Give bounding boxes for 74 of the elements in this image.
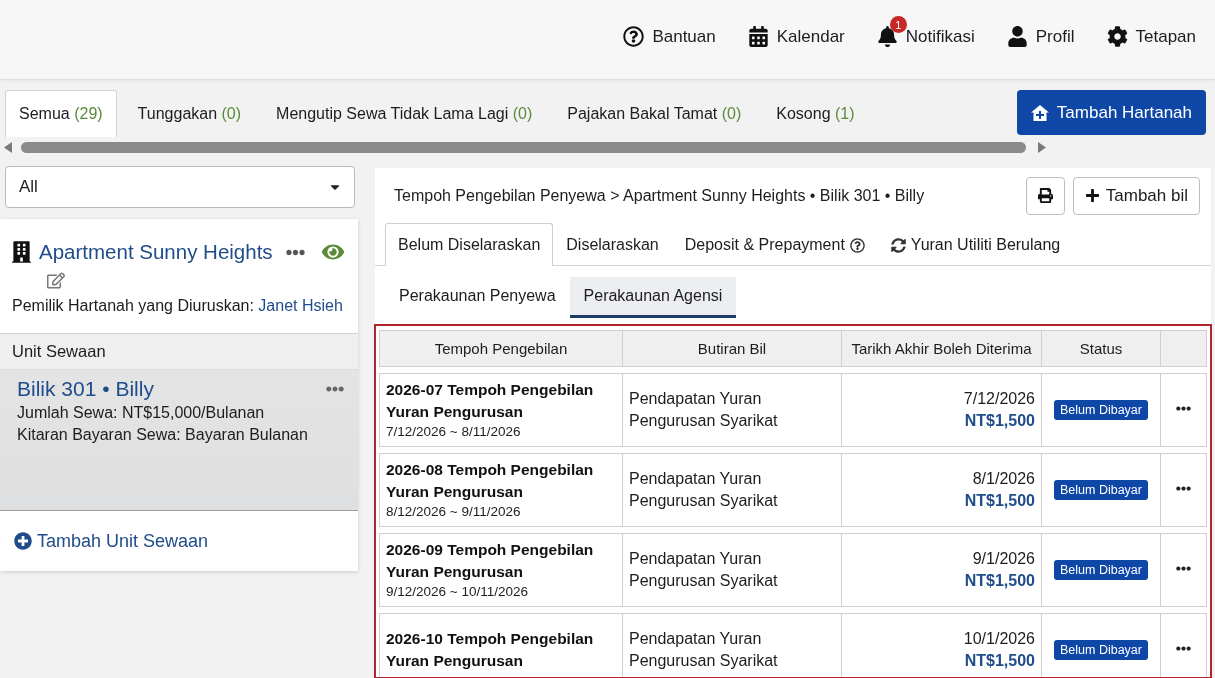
bill-amount: NT$1,500 <box>963 411 1035 431</box>
nav-button[interactable]: Kalendar <box>747 15 845 58</box>
bill-amount: NT$1,500 <box>963 651 1035 671</box>
account-tab[interactable]: Perakaunan Agensi <box>569 277 737 318</box>
status-badge: Belum Dibayar <box>1054 400 1148 420</box>
column-header: Status <box>1042 330 1161 367</box>
notification-badge: 1 <box>889 16 907 33</box>
add-unit-link[interactable]: Tambah Unit Sewaan <box>14 530 209 552</box>
user-icon <box>1006 26 1028 47</box>
column-header: Butiran Bil <box>623 330 842 367</box>
bill-details-cell: Pendapatan Yuran Pengurusan Syarikat <box>623 613 842 677</box>
print-icon <box>1037 188 1053 203</box>
property-tab[interactable]: Semua (29) <box>5 90 117 137</box>
bill-details-cell: Pendapatan Yuran Pengurusan Syarikat <box>623 453 842 527</box>
help-icon <box>849 237 865 253</box>
bill-tab[interactable]: Belum Diselaraskan <box>385 223 554 266</box>
scrollbar-thumb[interactable] <box>21 141 1026 153</box>
due-date: 8/1/2026 <box>971 469 1035 489</box>
due-date: 9/1/2026 <box>971 549 1035 569</box>
plus-icon <box>1084 188 1100 203</box>
billing-period-dates: 9/12/2026 ~ 10/11/2026 <box>386 583 529 601</box>
rental-unit-item[interactable]: Bilik 301 • Billy Jumlah Sewa: NT$15,000/Bulanan Kitaran Bayaran Sewa: Bayaran Bulanan <box>0 370 358 510</box>
billing-period-title: 2026-07 Tempoh Pengebilan Yuran Pengurusan <box>386 380 595 422</box>
bill-tab[interactable]: Deposit & Prepayment <box>671 223 878 266</box>
refresh-icon <box>890 237 906 253</box>
breadcrumb: Tempoh Pengebilan Penyewa > Apartment Sunny Heights • Bilik 301 • Billy <box>394 186 925 205</box>
bill-details-cell: Pendapatan Yuran Pengurusan Syarikat <box>623 373 842 447</box>
property-tab[interactable]: Tunggakan (0) <box>123 90 256 137</box>
property-tab[interactable]: Kosong (1) <box>762 90 869 137</box>
property-tab[interactable]: Mengutip Sewa Tidak Lama Lagi (0) <box>262 90 547 137</box>
unit-rent: Jumlah Sewa: NT$15,000/Bulanan <box>17 403 266 423</box>
due-date: 10/1/2026 <box>962 629 1035 649</box>
billing-period-dates: 7/12/2026 ~ 8/11/2026 <box>386 423 522 441</box>
help-icon <box>623 26 645 47</box>
house-plus-icon <box>1030 104 1049 121</box>
bill-amount: NT$1,500 <box>963 571 1035 591</box>
billing-period-title: 2026-08 Tempoh Pengebilan Yuran Pengurusan <box>386 460 595 502</box>
column-header: Tempoh Pengebilan <box>379 330 623 367</box>
bill-details-cell: Pendapatan Yuran Pengurusan Syarikat <box>623 533 842 607</box>
owner-link[interactable]: Janet Hsieh <box>258 297 343 314</box>
bill-tab[interactable]: Yuran Utiliti Berulang <box>877 223 1074 266</box>
bill-tab[interactable]: Diselaraskan <box>553 223 672 266</box>
edit-icon[interactable] <box>47 272 65 289</box>
account-tab[interactable]: Perakaunan Penyewa <box>385 277 570 318</box>
status-badge: Belum Dibayar <box>1054 640 1148 660</box>
bill-amount: NT$1,500 <box>963 491 1035 511</box>
eye-icon[interactable] <box>320 242 345 262</box>
billing-period-title: 2026-09 Tempoh Pengebilan Yuran Pengurusan <box>386 540 595 582</box>
nav-button[interactable]: Bantuan <box>623 15 716 58</box>
add-property-button[interactable]: Tambah Hartanah <box>1016 90 1206 135</box>
add-bill-button[interactable]: Tambah bil <box>1072 176 1200 215</box>
section-heading: Unit Sewaan <box>0 334 358 370</box>
settings-icon <box>1106 26 1128 47</box>
status-badge: Belum Dibayar <box>1054 560 1148 580</box>
billing-period-dates: 8/12/2026 ~ 9/11/2026 <box>386 503 522 521</box>
nav-button[interactable]: 1 Notifikasi <box>876 15 975 58</box>
owner-line: Pemilik Hartanah yang Diuruskan: Janet Hsieh <box>12 296 344 316</box>
bell-icon <box>876 26 898 47</box>
status-badge: Belum Dibayar <box>1054 480 1148 500</box>
due-date: 7/12/2026 <box>962 389 1035 409</box>
billing-period-title: 2026-10 Tempoh Pengebilan Yuran Pengurusan <box>386 629 595 671</box>
print-button[interactable] <box>1025 176 1065 215</box>
scroll-left-icon[interactable] <box>4 141 12 153</box>
column-header: Tarikh Akhir Boleh Diterima <box>842 330 1042 367</box>
property-tab[interactable]: Pajakan Bakal Tamat (0) <box>553 90 756 137</box>
unit-name[interactable]: Bilik 301 • Billy <box>17 377 154 401</box>
property-title[interactable]: Apartment Sunny Heights <box>39 240 273 264</box>
nav-button[interactable]: Profil <box>1006 15 1075 58</box>
scroll-right-icon[interactable] <box>1038 141 1046 153</box>
calendar-icon <box>747 26 769 47</box>
filter-dropdown[interactable]: All <box>5 166 355 208</box>
building-icon <box>12 241 31 263</box>
unit-payment-cycle: Kitaran Bayaran Sewa: Bayaran Bulanan <box>17 425 309 445</box>
nav-button[interactable]: Tetapan <box>1106 15 1196 58</box>
